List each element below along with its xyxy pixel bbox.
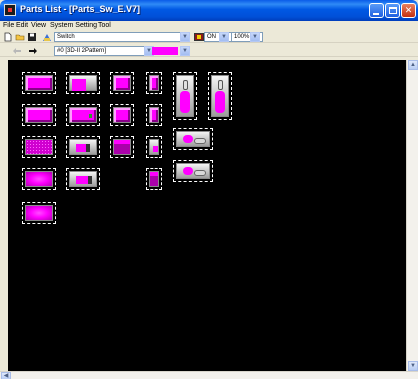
- slide-switch-part[interactable]: [173, 160, 213, 182]
- part-face: [149, 75, 159, 91]
- menu-edit[interactable]: Edit: [16, 22, 28, 29]
- main-toolbar: Switch ▼ ON ▼ 100% ▼: [0, 31, 418, 43]
- switch-part[interactable]: [22, 136, 56, 158]
- title-bar: Parts List - [Parts_Sw_E.V7] ✕: [0, 0, 418, 21]
- close-button[interactable]: ✕: [401, 3, 416, 18]
- part-face: [113, 107, 131, 123]
- part-face: [69, 139, 97, 155]
- switch-part[interactable]: [146, 168, 162, 190]
- new-document-icon[interactable]: [3, 32, 13, 42]
- part-type-dropdown-arrow[interactable]: ▼: [180, 32, 190, 42]
- toggle-switch-part[interactable]: [208, 72, 232, 120]
- switch-part[interactable]: [66, 72, 100, 94]
- menu-bar: File Edit View System Setting Tool: [0, 21, 418, 31]
- state-dropdown-arrow[interactable]: ▼: [219, 32, 229, 42]
- forward-arrow-icon[interactable]: [28, 46, 38, 56]
- part-face: [69, 171, 97, 187]
- part-face: [113, 139, 131, 155]
- scroll-up-icon[interactable]: ▲: [408, 60, 418, 70]
- part-face: [149, 171, 159, 187]
- part-face: [69, 107, 97, 123]
- part-face: [176, 131, 210, 147]
- close-icon: ✕: [404, 5, 413, 15]
- switch-part[interactable]: [22, 104, 56, 126]
- part-face: [25, 139, 53, 155]
- vertical-scrollbar[interactable]: ▲ ▼: [406, 60, 418, 371]
- switch-part[interactable]: [110, 104, 134, 126]
- switch-part[interactable]: [146, 136, 162, 158]
- part-face: [69, 75, 97, 91]
- switch-part[interactable]: [110, 72, 134, 94]
- part-type-select[interactable]: Switch: [54, 32, 184, 42]
- on-off-state-icon: [194, 33, 204, 41]
- part-face: [149, 139, 159, 155]
- pattern-toolbar: #0 [3D-II 2Pattern] ▼ ▼: [0, 45, 418, 57]
- color-dropdown-arrow[interactable]: ▼: [180, 46, 190, 56]
- fill-color-swatch[interactable]: [152, 47, 178, 55]
- menu-file[interactable]: File: [3, 22, 14, 29]
- part-face: [25, 171, 53, 187]
- window-title: Parts List - [Parts_Sw_E.V7]: [20, 4, 141, 14]
- slide-switch-part[interactable]: [173, 128, 213, 150]
- menu-tool[interactable]: Tool: [98, 22, 111, 29]
- part-face: [113, 75, 131, 91]
- switch-part[interactable]: [22, 168, 56, 190]
- scroll-left-icon[interactable]: ◀: [1, 372, 11, 379]
- switch-part[interactable]: [146, 72, 162, 94]
- app-icon: [4, 4, 16, 16]
- minimize-button[interactable]: [369, 3, 384, 18]
- part-face: [25, 205, 53, 221]
- horizontal-scrollbar[interactable]: ◀: [0, 371, 418, 379]
- menu-view[interactable]: View: [31, 22, 46, 29]
- open-folder-icon[interactable]: [15, 32, 25, 42]
- switch-part-icon: [43, 34, 51, 41]
- save-icon[interactable]: [27, 32, 37, 42]
- parts-canvas[interactable]: [8, 60, 406, 371]
- switch-part[interactable]: [22, 72, 56, 94]
- maximize-icon: [389, 7, 397, 14]
- switch-part[interactable]: [66, 136, 100, 158]
- pattern-select[interactable]: #0 [3D-II 2Pattern]: [54, 46, 154, 56]
- switch-part[interactable]: [110, 136, 134, 158]
- toggle-switch-part[interactable]: [173, 72, 197, 120]
- menu-system-setting[interactable]: System Setting: [50, 22, 97, 29]
- part-face: [25, 75, 53, 91]
- part-face: [149, 107, 159, 123]
- zoom-dropdown-arrow[interactable]: ▼: [250, 32, 260, 42]
- part-face: [176, 163, 210, 179]
- scroll-down-icon[interactable]: ▼: [408, 361, 418, 371]
- switch-part[interactable]: [146, 104, 162, 126]
- minimize-icon: [373, 13, 379, 15]
- part-face: [25, 107, 53, 123]
- part-face: [211, 75, 229, 117]
- maximize-button[interactable]: [385, 3, 400, 18]
- back-arrow-icon[interactable]: [12, 46, 22, 56]
- switch-part[interactable]: [22, 202, 56, 224]
- switch-part[interactable]: [66, 104, 100, 126]
- part-face: [176, 75, 194, 117]
- switch-part[interactable]: [66, 168, 100, 190]
